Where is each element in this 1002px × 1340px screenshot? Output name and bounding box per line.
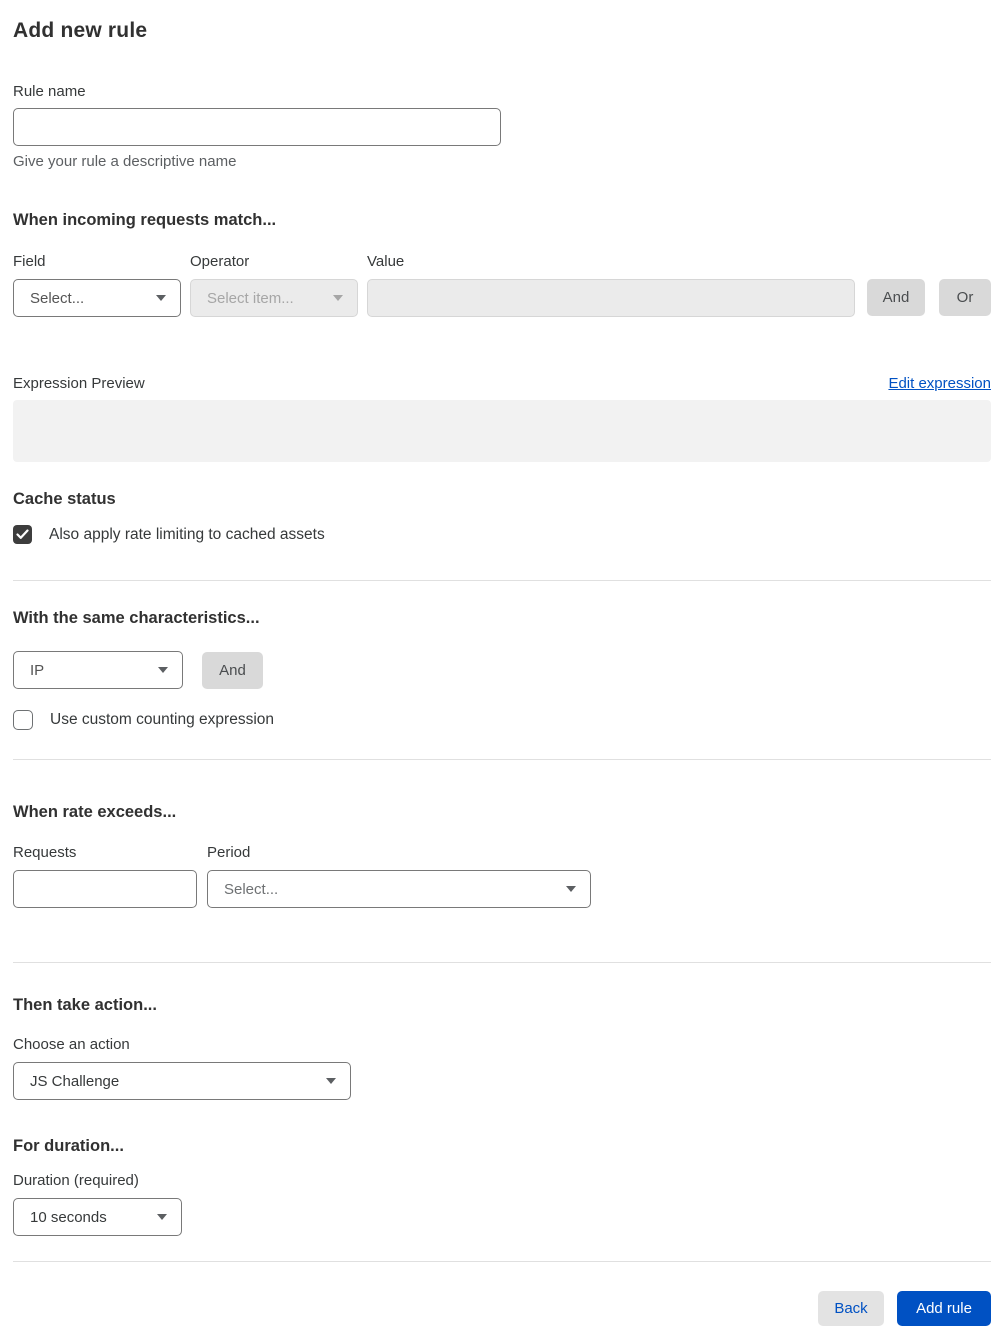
value-input [367, 279, 855, 317]
period-select-value: Select... [224, 880, 279, 898]
action-select[interactable]: JS Challenge [13, 1062, 351, 1100]
characteristics-and-button[interactable]: And [202, 651, 263, 689]
rule-name-input[interactable] [13, 108, 501, 146]
cache-status-heading: Cache status [13, 490, 116, 508]
operator-label: Operator [190, 253, 250, 270]
requests-input[interactable] [13, 870, 197, 908]
cached-assets-checkbox[interactable] [13, 525, 32, 544]
characteristics-heading: With the same characteristics... [13, 609, 260, 627]
custom-counting-checkbox[interactable] [13, 710, 33, 730]
period-label: Period [207, 844, 251, 861]
period-select[interactable]: Select... [207, 870, 591, 908]
chevron-down-icon [158, 667, 168, 673]
characteristics-select[interactable]: IP [13, 651, 183, 689]
footer-divider [13, 1261, 991, 1262]
operator-select-value: Select item... [207, 289, 294, 307]
chevron-down-icon [157, 1214, 167, 1220]
check-icon [16, 529, 29, 540]
duration-heading: For duration... [13, 1137, 124, 1155]
and-button[interactable]: And [867, 279, 925, 316]
rule-name-label: Rule name [13, 83, 86, 100]
action-heading: Then take action... [13, 996, 157, 1014]
operator-select: Select item... [190, 279, 358, 317]
cached-assets-checkbox-label: Also apply rate limiting to cached asset… [49, 525, 325, 543]
duration-select[interactable]: 10 seconds [13, 1198, 182, 1236]
section-divider [13, 759, 991, 760]
match-section-heading: When incoming requests match... [13, 211, 277, 229]
back-button[interactable]: Back [818, 1291, 884, 1326]
section-divider [13, 580, 991, 581]
action-select-value: JS Challenge [30, 1072, 120, 1090]
expression-preview-label: Expression Preview [13, 375, 145, 392]
chevron-down-icon [333, 295, 343, 301]
characteristics-select-value: IP [30, 661, 45, 679]
field-select[interactable]: Select... [13, 279, 181, 317]
choose-action-label: Choose an action [13, 1036, 130, 1053]
requests-label: Requests [13, 844, 77, 861]
page-title: Add new rule [13, 19, 148, 42]
chevron-down-icon [326, 1078, 336, 1084]
value-label: Value [367, 253, 405, 270]
rule-name-helper: Give your rule a descriptive name [13, 153, 237, 170]
add-rule-button[interactable]: Add rule [897, 1291, 991, 1326]
or-button[interactable]: Or [939, 279, 991, 316]
field-label: Field [13, 253, 46, 270]
expression-preview-box [13, 400, 991, 462]
section-divider [13, 962, 991, 963]
duration-label: Duration (required) [13, 1172, 139, 1189]
chevron-down-icon [156, 295, 166, 301]
field-select-value: Select... [30, 289, 85, 307]
edit-expression-link[interactable]: Edit expression [888, 375, 991, 392]
duration-select-value: 10 seconds [30, 1208, 107, 1226]
rate-heading: When rate exceeds... [13, 803, 177, 821]
chevron-down-icon [566, 886, 576, 892]
custom-counting-checkbox-label: Use custom counting expression [50, 711, 275, 728]
